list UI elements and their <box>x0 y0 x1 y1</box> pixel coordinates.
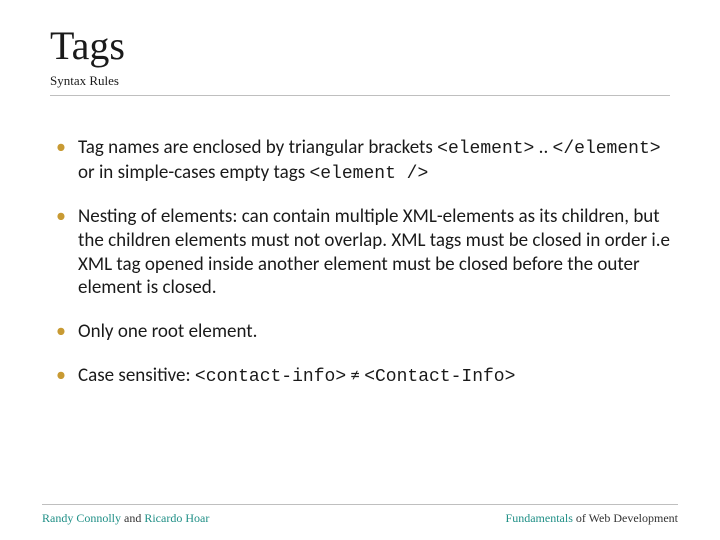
code-snippet: <element /> <box>309 164 428 184</box>
bullet-text: Case sensitive: <box>78 364 195 387</box>
page-subtitle: Syntax Rules <box>50 73 670 89</box>
bullet-text: Nesting of elements: can contain multipl… <box>78 205 670 299</box>
code-snippet: </element> <box>553 139 661 159</box>
list-item: Tag names are enclosed by triangular bra… <box>50 136 670 185</box>
list-item: Case sensitive: <contact-info> ≠ <Contac… <box>50 364 670 389</box>
title-divider <box>50 95 670 96</box>
slide: Tags Syntax Rules Tag names are enclosed… <box>0 0 720 540</box>
footer-divider <box>42 504 678 505</box>
footer-row: Randy Connolly and Ricardo Hoar Fundamen… <box>42 511 678 526</box>
footer: Randy Connolly and Ricardo Hoar Fundamen… <box>0 504 720 526</box>
bullet-text: .. <box>534 136 552 159</box>
footer-text: of Web Development <box>573 511 678 525</box>
footer-text: and <box>121 511 144 525</box>
footer-right: Fundamentals of Web Development <box>506 511 678 526</box>
author-name: Randy Connolly <box>42 511 121 525</box>
bullet-text: or in simple-cases empty tags <box>78 161 309 184</box>
bullet-text: Tag names are enclosed by triangular bra… <box>78 136 437 159</box>
footer-left: Randy Connolly and Ricardo Hoar <box>42 511 209 526</box>
book-title-word: Fundamentals <box>506 511 573 525</box>
code-snippet: <contact-info> <box>195 367 346 387</box>
list-item: Only one root element. <box>50 320 670 344</box>
code-snippet: <element> <box>437 139 534 159</box>
author-name: Ricardo Hoar <box>144 511 209 525</box>
bullet-text: ≠ <box>346 364 364 387</box>
list-item: Nesting of elements: can contain multipl… <box>50 205 670 300</box>
bullet-list: Tag names are enclosed by triangular bra… <box>50 136 670 388</box>
code-snippet: <Contact-Info> <box>364 367 515 387</box>
bullet-text: Only one root element. <box>78 320 257 343</box>
page-title: Tags <box>50 22 670 69</box>
